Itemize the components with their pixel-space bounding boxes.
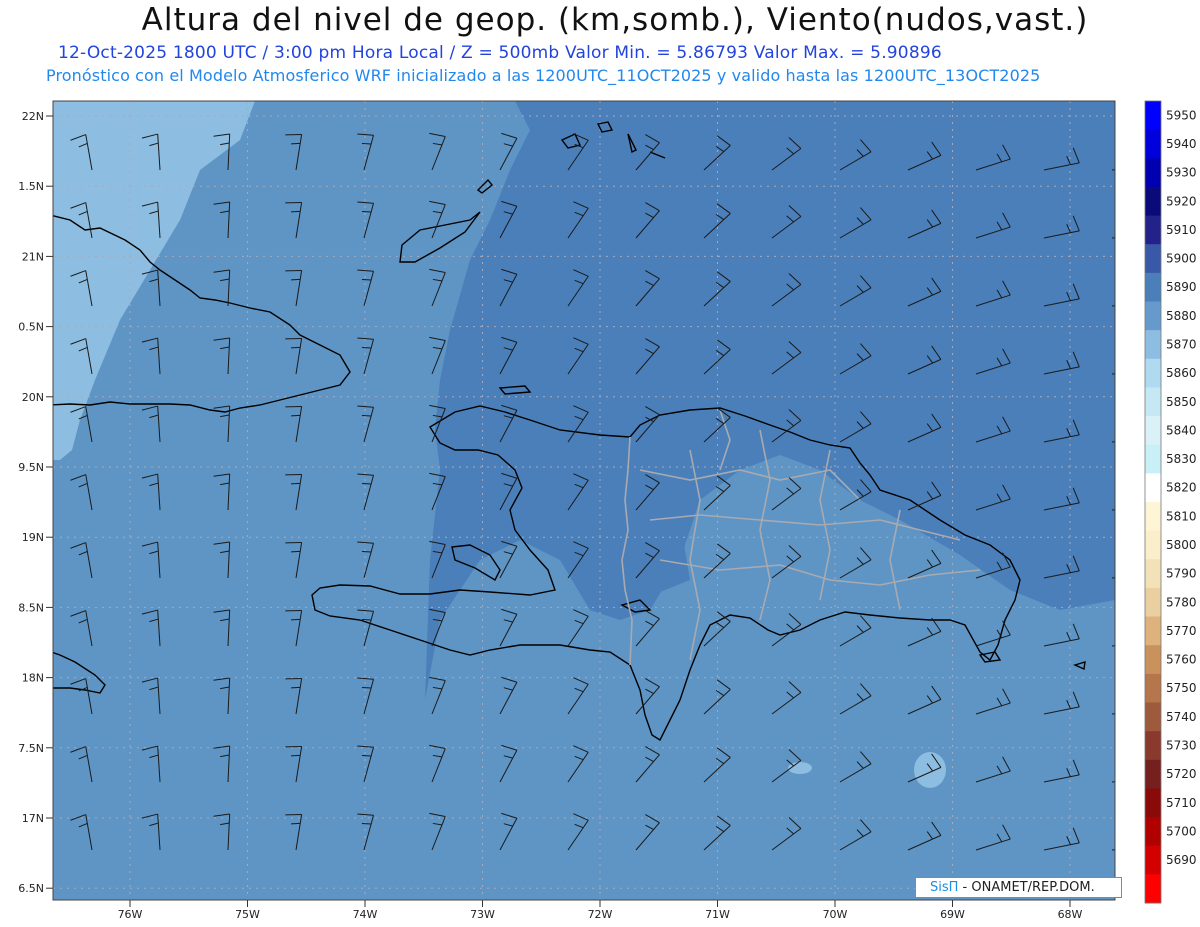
colorbar-swatch (1145, 874, 1161, 904)
wind-barb (1111, 169, 1115, 171)
colorbar-swatch (1145, 358, 1161, 388)
colorbar-label: 5830 (1166, 452, 1197, 466)
wind-barb (1111, 645, 1115, 647)
colorbar-swatch (1145, 530, 1161, 560)
colorbar-label: 5740 (1166, 710, 1197, 724)
lon-label: 76W (118, 908, 143, 921)
colorbar-label: 5920 (1166, 194, 1197, 208)
colorbar-swatch (1145, 788, 1161, 818)
colorbar-label: 5940 (1166, 137, 1197, 151)
colorbar-label: 5750 (1166, 681, 1197, 695)
colorbar-label: 5880 (1166, 309, 1197, 323)
colorbar-swatch (1145, 759, 1161, 789)
sispi-logo-text: SisΠ (930, 880, 959, 895)
longitude-axis: 76W 75W 74W 73W 72W 71W 70W 69W 68W (118, 900, 1083, 921)
lon-label: 74W (353, 908, 378, 921)
colorbar-label: 5690 (1166, 853, 1197, 867)
low-geopotential-patch (914, 752, 946, 788)
wind-barb (1111, 849, 1115, 851)
colorbar-label: 5700 (1166, 824, 1197, 838)
wind-barb (1111, 373, 1115, 375)
lon-label: 72W (588, 908, 613, 921)
lat-label: 9.5N (18, 461, 44, 474)
colorbar-label: 5770 (1166, 624, 1197, 638)
latitude-axis: 22N 1.5N 21N 0.5N 20N 9.5N 19N 8.5N 18N 7.5N 17N 6.… (18, 110, 53, 895)
lat-label: 7.5N (18, 742, 44, 755)
wind-barb (1111, 577, 1115, 579)
wind-barb (1111, 713, 1115, 715)
lon-label: 73W (470, 908, 495, 921)
lat-label: 20N (22, 391, 44, 404)
wind-barb (1111, 509, 1115, 511)
lat-label: 0.5N (18, 321, 44, 334)
colorbar: 5950 5940 5930 5920 5910 5900 5890 5880 5870 5860… (1144, 100, 1197, 904)
colorbar-label: 5870 (1166, 338, 1197, 352)
lat-label: 17N (22, 812, 44, 825)
colorbar-swatch (1145, 444, 1161, 474)
colorbar-swatch (1145, 559, 1161, 589)
wind-barb (1111, 441, 1115, 443)
lon-label: 69W (940, 908, 965, 921)
colorbar-label: 5760 (1166, 653, 1197, 667)
colorbar-swatch (1145, 817, 1161, 847)
wind-barb (1111, 237, 1115, 239)
wind-barb (1111, 305, 1115, 307)
colorbar-swatch (1145, 272, 1161, 302)
credit-box: SisΠ - ONAMET/REP.DOM. (915, 877, 1122, 898)
colorbar-label: 5950 (1166, 108, 1197, 122)
lat-label: 1.5N (18, 180, 44, 193)
lon-label: 70W (823, 908, 848, 921)
colorbar-label: 5810 (1166, 509, 1197, 523)
colorbar-label: 5860 (1166, 366, 1197, 380)
lon-label: 75W (235, 908, 260, 921)
colorbar-swatch (1145, 473, 1161, 503)
lon-label: 68W (1058, 908, 1083, 921)
colorbar-swatch (1145, 587, 1161, 618)
colorbar-label: 5840 (1166, 423, 1197, 437)
colorbar-label: 5710 (1166, 796, 1197, 810)
colorbar-swatch (1145, 731, 1161, 761)
colorbar-swatch (1145, 129, 1161, 159)
colorbar-label: 5780 (1166, 595, 1197, 609)
wind-barb (1111, 781, 1115, 783)
lon-label: 71W (705, 908, 730, 921)
lat-label: 19N (22, 531, 44, 544)
colorbar-swatch (1145, 416, 1161, 446)
colorbar-label: 5820 (1166, 481, 1197, 495)
colorbar-label: 5910 (1166, 223, 1197, 237)
colorbar-swatch (1145, 158, 1161, 188)
colorbar-swatch (1145, 502, 1161, 532)
colorbar-swatch (1145, 215, 1161, 245)
lat-label: 18N (22, 672, 44, 685)
colorbar-swatch (1145, 186, 1161, 217)
lat-label: 21N (22, 250, 44, 263)
colorbar-swatch (1145, 673, 1161, 703)
lat-label: 8.5N (18, 601, 44, 614)
colorbar-swatch (1145, 845, 1161, 875)
plot-area (53, 101, 1115, 900)
colorbar-swatch (1145, 330, 1161, 360)
colorbar-label: 5800 (1166, 538, 1197, 552)
lat-label: 6.5N (18, 882, 44, 895)
colorbar-label: 5720 (1166, 767, 1197, 781)
onamet-credit: - ONAMET/REP.DOM. (958, 880, 1095, 895)
lat-label: 22N (22, 110, 44, 123)
colorbar-label: 5890 (1166, 280, 1197, 294)
colorbar-swatch (1145, 301, 1161, 331)
colorbar-swatch (1145, 101, 1161, 131)
colorbar-swatch (1145, 702, 1161, 732)
colorbar-swatch (1145, 387, 1161, 417)
weather-map: 22N 1.5N 21N 0.5N 20N 9.5N 19N 8.5N 18N 7.5N 17N 6.… (18, 100, 1197, 921)
colorbar-label: 5900 (1166, 252, 1197, 266)
colorbar-label: 5730 (1166, 739, 1197, 753)
colorbar-swatch (1145, 244, 1161, 274)
colorbar-swatch (1145, 616, 1161, 646)
colorbar-label: 5790 (1166, 567, 1197, 581)
colorbar-label: 5850 (1166, 395, 1197, 409)
colorbar-label: 5930 (1166, 166, 1197, 180)
colorbar-swatch (1145, 645, 1161, 675)
